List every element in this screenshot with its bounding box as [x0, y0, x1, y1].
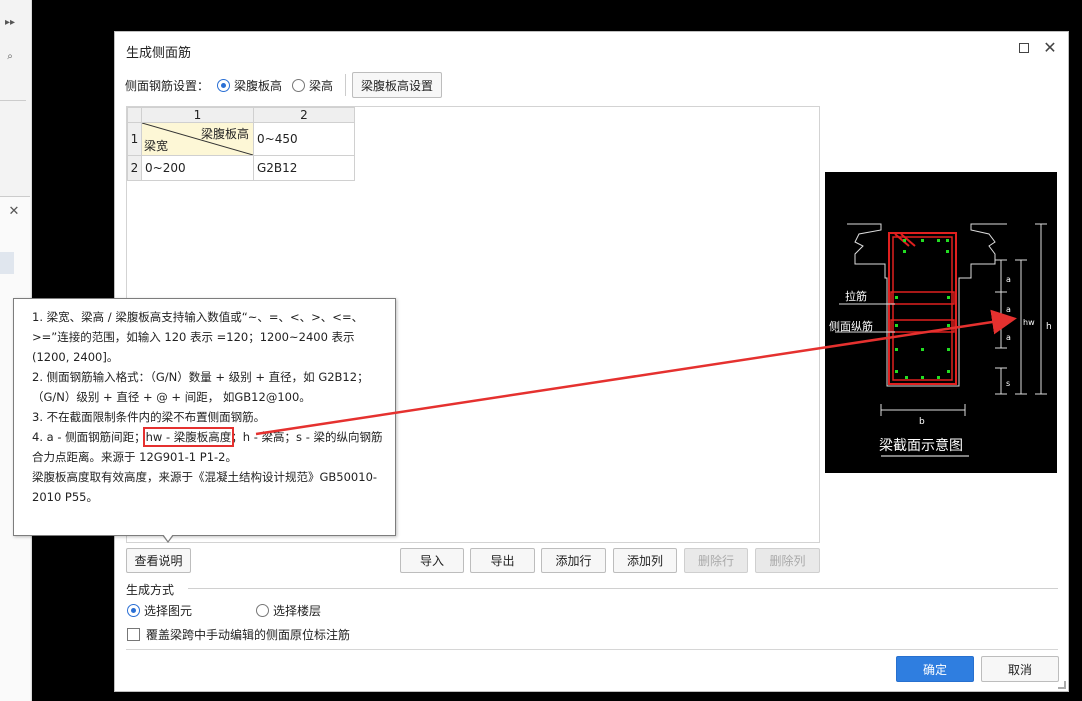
column-header[interactable]: 2 [253, 107, 355, 123]
radio-label: 梁腹板高 [234, 78, 283, 93]
radio-label: 选择楼层 [273, 604, 322, 618]
table-cell[interactable]: 0~200 [141, 155, 254, 181]
table-cell[interactable]: G2B12 [253, 155, 355, 181]
divider [345, 74, 347, 96]
maximize-icon [1019, 43, 1029, 53]
checkbox-label: 覆盖梁跨中手动编辑的侧面原位标注筋 [146, 628, 351, 642]
radio-beam-height[interactable]: 梁高 [292, 77, 333, 94]
help-line-4: 4. a - 侧面钢筋间距；hw - 梁腹板高度；h - 梁高；s - 梁的纵向… [32, 427, 387, 467]
checkbox-box [127, 628, 140, 641]
help-line-4-start: 4. a - 侧面钢筋间距； [32, 430, 146, 444]
divider [0, 100, 26, 101]
side-bar-label: 侧面纵筋 [829, 319, 873, 333]
dim-hw-label: hw [1023, 318, 1035, 327]
rebar-table: 1 2 1 梁腹板高 梁宽 0~450 2 0~200 G2B12 [127, 107, 355, 181]
radio-indicator [127, 604, 140, 617]
ok-button[interactable]: 确定 [896, 656, 974, 682]
help-line-3: 3. 不在截面限制条件内的梁不布置侧面钢筋。 [32, 410, 266, 424]
corner-label-width: 梁宽 [144, 139, 169, 153]
dim-a-label: a [1006, 305, 1011, 314]
beam-section-drawing: 拉筋 侧面纵筋 a a a hw h s b 梁截面示意图 [829, 223, 1052, 457]
selected-item[interactable] [0, 252, 14, 274]
close-button[interactable]: ✕ [1042, 40, 1058, 56]
help-line-5: 梁腹板高度取有效高度，来源于《混凝土结构设计规范》GB50010-2010 P5… [32, 470, 378, 504]
maximize-button[interactable] [1016, 40, 1032, 56]
radio-label: 选择图元 [144, 604, 193, 618]
table-cell[interactable]: 0~450 [253, 122, 355, 156]
export-button[interactable]: 导出 [470, 548, 535, 573]
radio-select-floor[interactable]: 选择楼层 [256, 602, 321, 619]
side-rebar-settings-label: 侧面钢筋设置： [125, 78, 210, 93]
table-cell[interactable]: 梁腹板高 梁宽 [141, 122, 254, 156]
cancel-button[interactable]: 取消 [981, 656, 1059, 682]
tooltip-pointer [162, 534, 174, 543]
radio-indicator [292, 78, 306, 92]
dim-a-label: a [1006, 275, 1011, 284]
close-icon[interactable]: ✕ [4, 201, 24, 221]
close-icon: ✕ [1043, 38, 1057, 57]
dim-a-label: a [1006, 333, 1011, 342]
corner-label-web-height: 梁腹板高 [200, 127, 249, 141]
override-checkbox[interactable]: 覆盖梁跨中手动编辑的侧面原位标注筋 [127, 626, 350, 643]
import-button[interactable]: 导入 [400, 548, 464, 573]
diagonal-header-cell: 梁腹板高 梁宽 [142, 123, 253, 155]
radio-indicator [217, 78, 231, 92]
dim-b-label: b [919, 417, 925, 427]
delete-column-button[interactable]: 删除列 [755, 548, 820, 573]
radio-label: 梁高 [309, 78, 334, 93]
help-tooltip: 1. 梁宽、梁高 / 梁腹板高支持输入数值或“~、=、<、>、<=、>=”连接的… [13, 298, 396, 536]
dim-s-label: s [1006, 379, 1010, 388]
grid-corner [127, 107, 142, 123]
radio-select-element[interactable]: 选择图元 [127, 602, 192, 619]
beam-section-diagram: 拉筋 侧面纵筋 a a a hw h s b 梁截面示意图 [825, 172, 1057, 473]
diagram-caption: 梁截面示意图 [879, 437, 963, 454]
help-line-1: 1. 梁宽、梁高 / 梁腹板高支持输入数值或“~、=、<、>、<=、>=”连接的… [32, 310, 364, 364]
resize-grip-icon[interactable] [1058, 681, 1066, 689]
side-rebar-settings: 侧面钢筋设置： 梁腹板高 梁高 梁腹板高设置 [125, 70, 443, 100]
expand-icon[interactable]: ▸▸ [0, 12, 20, 32]
row-header[interactable]: 1 [127, 122, 142, 156]
row-header[interactable]: 2 [127, 155, 142, 181]
generate-mode-label: 生成方式 [126, 583, 175, 597]
radio-web-height[interactable]: 梁腹板高 [217, 77, 282, 94]
divider [188, 588, 1058, 589]
dim-h-label: h [1046, 322, 1052, 332]
add-column-button[interactable]: 添加列 [613, 548, 677, 573]
tie-label: 拉筋 [845, 289, 867, 303]
search-icon[interactable]: ⌕ [0, 46, 20, 66]
add-row-button[interactable]: 添加行 [541, 548, 606, 573]
radio-indicator [256, 604, 269, 617]
hw-definition-highlight: hw - 梁腹板高度 [142, 427, 235, 447]
help-line-2: 2. 侧面钢筋输入格式：（G/N）数量 + 级别 + 直径，如 G2B12；（G… [32, 370, 369, 404]
web-height-settings-button[interactable]: 梁腹板高设置 [352, 72, 443, 98]
divider [126, 649, 1058, 650]
delete-row-button[interactable]: 删除行 [684, 548, 748, 573]
dialog-title: 生成侧面筋 [126, 46, 192, 61]
view-help-button[interactable]: 查看说明 [126, 548, 191, 573]
column-header[interactable]: 1 [141, 107, 254, 123]
